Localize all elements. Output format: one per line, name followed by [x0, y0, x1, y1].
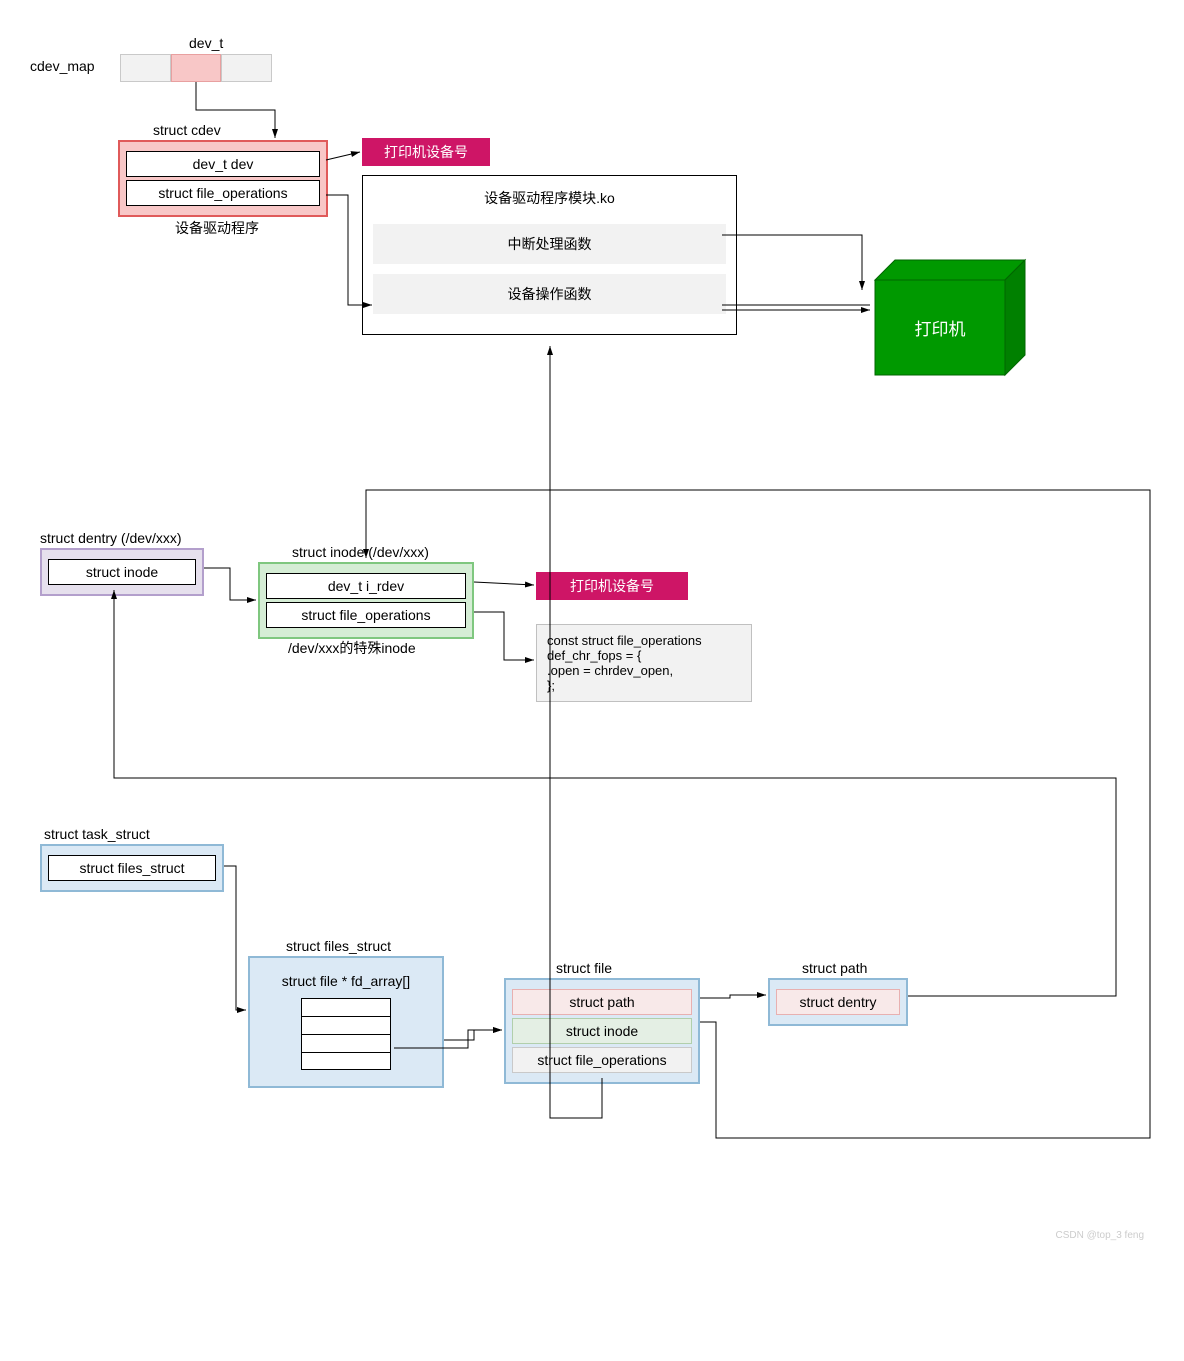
- dev-t-label: dev_t: [189, 35, 223, 51]
- files-struct-box: struct file * fd_array[]: [248, 956, 444, 1088]
- inode-field-irdev: dev_t i_rdev: [266, 573, 466, 599]
- printer-3d-icon: 打印机: [855, 260, 1035, 390]
- struct-inode-caption: /dev/xxx的特殊inode: [288, 638, 416, 658]
- path-field-dentry: struct dentry: [776, 989, 900, 1015]
- struct-path-title: struct path: [802, 960, 867, 976]
- struct-cdev-caption: 设备驱动程序: [175, 218, 259, 238]
- struct-file-box: struct path struct inode struct file_ope…: [504, 978, 700, 1084]
- cdev-map-slot-3: [221, 54, 272, 82]
- ko-irq-handler: 中断处理函数: [373, 224, 726, 264]
- cdev-field-dev: dev_t dev: [126, 151, 320, 177]
- dentry-field-inode: struct inode: [48, 559, 196, 585]
- inode-field-fops: struct file_operations: [266, 602, 466, 628]
- watermark: CSDN @top_3 feng: [1055, 1230, 1144, 1241]
- task-field-files: struct files_struct: [48, 855, 216, 881]
- ko-title: 设备驱动程序模块.ko: [373, 186, 726, 214]
- cdev-map-label: cdev_map: [30, 58, 95, 74]
- task-struct-box: struct files_struct: [40, 844, 224, 892]
- code-box: const struct file_operations def_chr_fop…: [536, 624, 752, 702]
- struct-dentry-box: struct inode: [40, 548, 204, 596]
- fd-array-slot-4: [301, 1052, 391, 1070]
- fd-array-slot-1: [301, 998, 391, 1016]
- ko-module-box: 设备驱动程序模块.ko 中断处理函数 设备操作函数: [362, 175, 737, 335]
- struct-cdev-title: struct cdev: [153, 122, 221, 138]
- printer-dev-num-1: 打印机设备号: [362, 138, 490, 166]
- fd-array-slot-3: [301, 1034, 391, 1052]
- file-field-fops: struct file_operations: [512, 1047, 692, 1073]
- cdev-map-slot-2: [171, 54, 222, 82]
- task-struct-title: struct task_struct: [44, 826, 150, 842]
- cdev-field-fops: struct file_operations: [126, 180, 320, 206]
- files-field-fdarray: struct file * fd_array[]: [256, 967, 436, 995]
- file-field-inode: struct inode: [512, 1018, 692, 1044]
- struct-dentry-title: struct dentry (/dev/xxx): [40, 530, 182, 546]
- struct-inode-box: dev_t i_rdev struct file_operations: [258, 562, 474, 639]
- cdev-map-slot-1: [120, 54, 171, 82]
- files-struct-title: struct files_struct: [286, 938, 391, 954]
- struct-file-title: struct file: [556, 960, 612, 976]
- fd-array-slot-2: [301, 1016, 391, 1034]
- struct-cdev-box: dev_t dev struct file_operations: [118, 140, 328, 217]
- file-field-path: struct path: [512, 989, 692, 1015]
- printer-dev-num-2: 打印机设备号: [536, 572, 688, 600]
- struct-inode-title: struct inode (/dev/xxx): [292, 544, 429, 560]
- ko-ops-handler: 设备操作函数: [373, 274, 726, 314]
- struct-path-box: struct dentry: [768, 978, 908, 1026]
- svg-text:打印机: 打印机: [915, 320, 966, 339]
